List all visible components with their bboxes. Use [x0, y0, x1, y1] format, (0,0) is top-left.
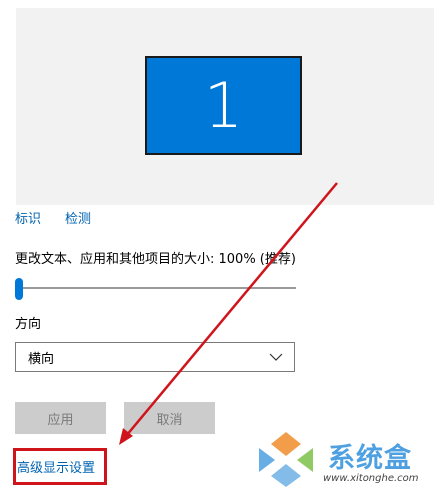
advanced-display-settings-link[interactable]: 高级显示设置 — [17, 461, 95, 477]
apply-button[interactable]: 应用 — [15, 402, 106, 434]
slider-thumb[interactable] — [15, 278, 23, 300]
identify-link[interactable]: 标识 — [15, 212, 41, 228]
display-preview-area: 1 — [16, 8, 434, 205]
watermark-brand: 系统盒 — [328, 443, 412, 474]
watermark-url: www.xitonghe.com — [323, 473, 419, 484]
cancel-button[interactable]: 取消 — [124, 402, 215, 434]
slider-track — [15, 287, 296, 289]
orientation-selected-value: 横向 — [28, 351, 55, 367]
orientation-dropdown[interactable]: 横向 — [15, 342, 295, 372]
watermark-logo-icon — [259, 432, 313, 487]
scale-label: 更改文本、应用和其他项目的大小: 100% (推荐) — [15, 252, 296, 267]
chevron-down-icon — [264, 345, 288, 369]
scale-slider[interactable] — [15, 278, 296, 300]
watermark: 系统盒 www.xitonghe.com — [255, 430, 441, 490]
monitor-1-tile[interactable]: 1 — [145, 56, 302, 155]
detect-link[interactable]: 检测 — [65, 212, 91, 228]
orientation-label: 方向 — [15, 317, 42, 332]
monitor-number: 1 — [203, 68, 244, 142]
